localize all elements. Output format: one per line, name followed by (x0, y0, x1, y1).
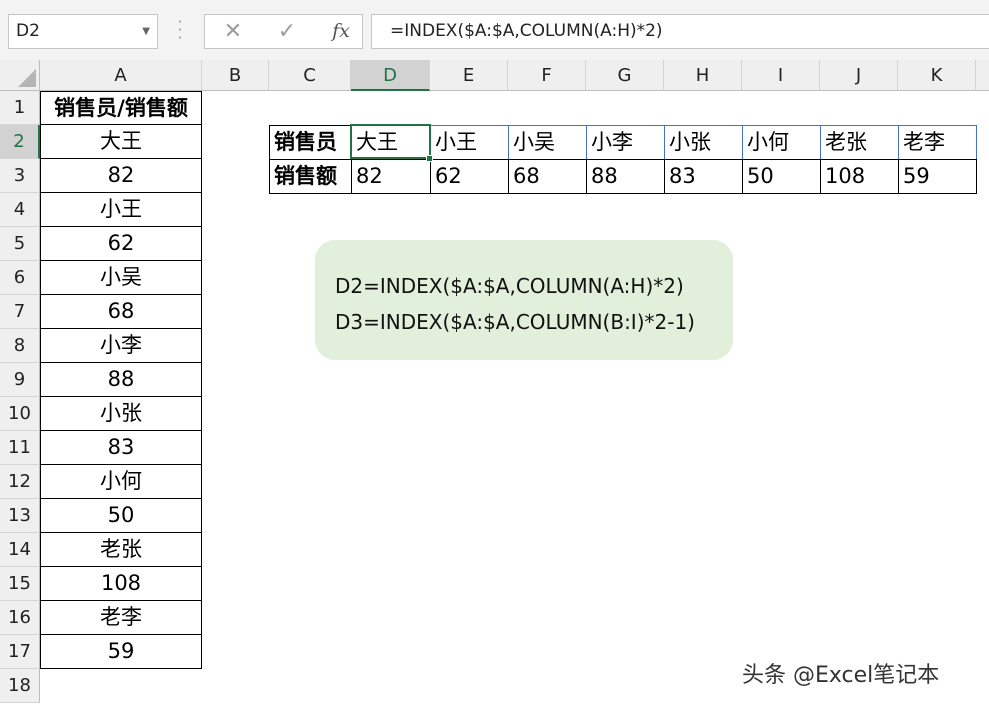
drag-handle-icon[interactable]: · · · (175, 14, 185, 46)
salesperson-cell[interactable]: 小王 (430, 125, 509, 160)
sales-cell[interactable]: 68 (508, 159, 587, 194)
formula-buttons: ✕ ✓ fx (204, 14, 363, 49)
row-header-9[interactable]: 9 (0, 363, 40, 397)
column-a-cell[interactable]: 59 (40, 635, 202, 669)
salesperson-cell[interactable]: 小何 (742, 125, 821, 160)
select-all-button[interactable] (0, 60, 40, 91)
row-header-7[interactable]: 7 (0, 295, 40, 329)
enter-icon[interactable]: ✓ (269, 15, 305, 48)
column-a-cell[interactable]: 老张 (40, 533, 202, 567)
column-a-header-cell[interactable]: 销售员/销售额 (40, 91, 202, 125)
chevron-down-icon[interactable]: ▼ (142, 15, 150, 48)
active-cell-border (350, 124, 431, 159)
name-box-value: D2 (16, 21, 40, 41)
insert-function-icon[interactable]: fx (323, 15, 359, 48)
column-header-e[interactable]: E (430, 60, 508, 91)
row-header-11[interactable]: 11 (0, 431, 40, 465)
column-a-cell[interactable]: 50 (40, 499, 202, 533)
column-header-b[interactable]: B (202, 60, 269, 91)
sales-cell[interactable]: 50 (742, 159, 821, 194)
column-a-cell[interactable]: 小何 (40, 465, 202, 499)
row-header-1[interactable]: 1 (0, 91, 40, 125)
note-line-2: D3=INDEX($A:$A,COLUMN(B:I)*2-1) (335, 310, 695, 334)
column-header-a[interactable]: A (40, 60, 202, 91)
row-header-15[interactable]: 15 (0, 567, 40, 601)
salesperson-cell[interactable]: 小李 (586, 125, 665, 160)
row-header-16[interactable]: 16 (0, 601, 40, 635)
row-header-6[interactable]: 6 (0, 261, 40, 295)
column-a-cell[interactable]: 62 (40, 227, 202, 261)
sales-cell[interactable]: 108 (820, 159, 899, 194)
row-header-3[interactable]: 3 (0, 159, 40, 193)
row-header-13[interactable]: 13 (0, 499, 40, 533)
name-box[interactable]: D2 ▼ (8, 14, 158, 49)
column-header-h[interactable]: H (664, 60, 742, 91)
column-a-cell[interactable]: 小吴 (40, 261, 202, 295)
salesperson-cell[interactable]: 小张 (664, 125, 743, 160)
cancel-icon[interactable]: ✕ (215, 15, 251, 48)
salesperson-label-cell[interactable]: 销售员 (269, 125, 352, 160)
salesperson-cell[interactable]: 老李 (898, 125, 977, 160)
sales-cell[interactable]: 88 (586, 159, 665, 194)
column-a-cell[interactable]: 小李 (40, 329, 202, 363)
column-header-j[interactable]: J (820, 60, 898, 91)
select-all-icon (18, 69, 36, 87)
row-header-18[interactable]: 18 (0, 669, 40, 703)
note-line-1: D2=INDEX($A:$A,COLUMN(A:H)*2) (335, 274, 684, 298)
row-header-4[interactable]: 4 (0, 193, 40, 227)
row-header-5[interactable]: 5 (0, 227, 40, 261)
row-header-10[interactable]: 10 (0, 397, 40, 431)
row-header-14[interactable]: 14 (0, 533, 40, 567)
formula-bar: D2 ▼ · · · ✕ ✓ fx =INDEX($A:$A,COLUMN(A:H)… (0, 0, 989, 60)
sales-cell[interactable]: 62 (430, 159, 509, 194)
formula-note: D2=INDEX($A:$A,COLUMN(A:H)*2) D3=INDEX($… (315, 240, 733, 360)
column-a-cell[interactable]: 83 (40, 431, 202, 465)
row-header-2[interactable]: 2 (0, 125, 40, 159)
sales-cell[interactable]: 82 (351, 159, 431, 194)
column-a-cell[interactable]: 老李 (40, 601, 202, 635)
sales-label-cell[interactable]: 销售额 (269, 159, 352, 194)
column-header-k[interactable]: K (898, 60, 976, 91)
sales-cell[interactable]: 59 (898, 159, 977, 194)
salesperson-cell[interactable]: 小吴 (508, 125, 587, 160)
column-header-i[interactable]: I (742, 60, 820, 91)
column-a-cell[interactable]: 小张 (40, 397, 202, 431)
column-header-d[interactable]: D (351, 60, 430, 91)
column-a-cell[interactable]: 82 (40, 159, 202, 193)
salesperson-cell[interactable]: 老张 (820, 125, 899, 160)
column-a-cell[interactable]: 68 (40, 295, 202, 329)
watermark: 头条 @Excel笔记本 (742, 663, 940, 688)
row-header-17[interactable]: 17 (0, 635, 40, 669)
formula-input[interactable]: =INDEX($A:$A,COLUMN(A:H)*2) (371, 14, 989, 49)
row-header-8[interactable]: 8 (0, 329, 40, 363)
column-a-cell[interactable]: 108 (40, 567, 202, 601)
column-a-cell[interactable]: 大王 (40, 125, 202, 159)
column-header-g[interactable]: G (586, 60, 664, 91)
row-header-12[interactable]: 12 (0, 465, 40, 499)
column-a-cell[interactable]: 88 (40, 363, 202, 397)
sales-cell[interactable]: 83 (664, 159, 743, 194)
column-header-f[interactable]: F (508, 60, 586, 91)
column-a-cell[interactable]: 小王 (40, 193, 202, 227)
column-header-c[interactable]: C (269, 60, 351, 91)
fill-handle[interactable] (426, 155, 433, 162)
